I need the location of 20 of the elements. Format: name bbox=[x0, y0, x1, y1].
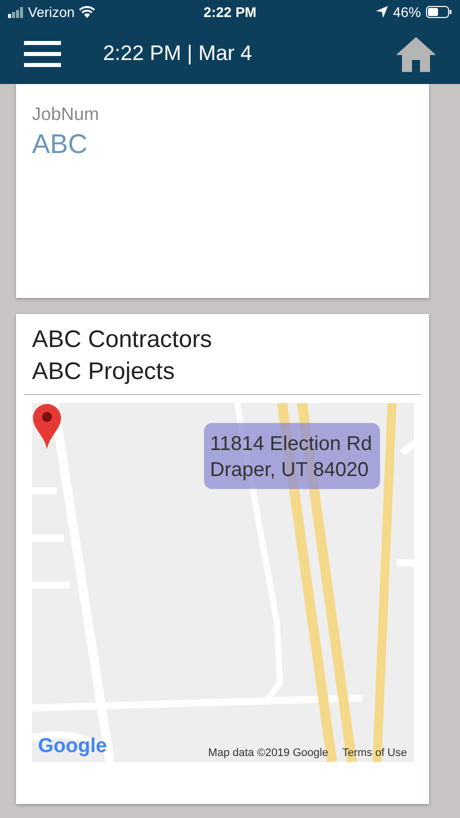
job-number: ABC bbox=[32, 129, 89, 160]
project-name: ABC Projects bbox=[31, 357, 176, 387]
map-logo: Google bbox=[38, 735, 107, 758]
terms-link[interactable]: Terms of Use bbox=[342, 747, 407, 759]
field-label: JobNum bbox=[32, 104, 100, 125]
city-address: Draper, UT 84020 bbox=[210, 458, 370, 483]
battery-icon bbox=[426, 6, 452, 18]
home-button[interactable] bbox=[396, 36, 436, 72]
header-title: 2:22 PM | Mar 4 bbox=[103, 42, 254, 66]
location-arrow-icon bbox=[376, 6, 388, 18]
clock-time: 2:22 PM bbox=[202, 4, 258, 20]
signal-icon bbox=[8, 6, 24, 18]
map-attribution: Map data ©2019 Google bbox=[208, 747, 328, 759]
company-name: ABC Contractors bbox=[31, 325, 214, 355]
battery-percent: 46% bbox=[392, 4, 421, 20]
wifi-icon bbox=[78, 6, 95, 18]
street-address: 11814 Election Rd bbox=[210, 432, 372, 457]
map-pin-icon[interactable] bbox=[32, 403, 62, 449]
menu-button[interactable] bbox=[24, 41, 61, 67]
carrier-name: Verizon bbox=[28, 4, 75, 20]
